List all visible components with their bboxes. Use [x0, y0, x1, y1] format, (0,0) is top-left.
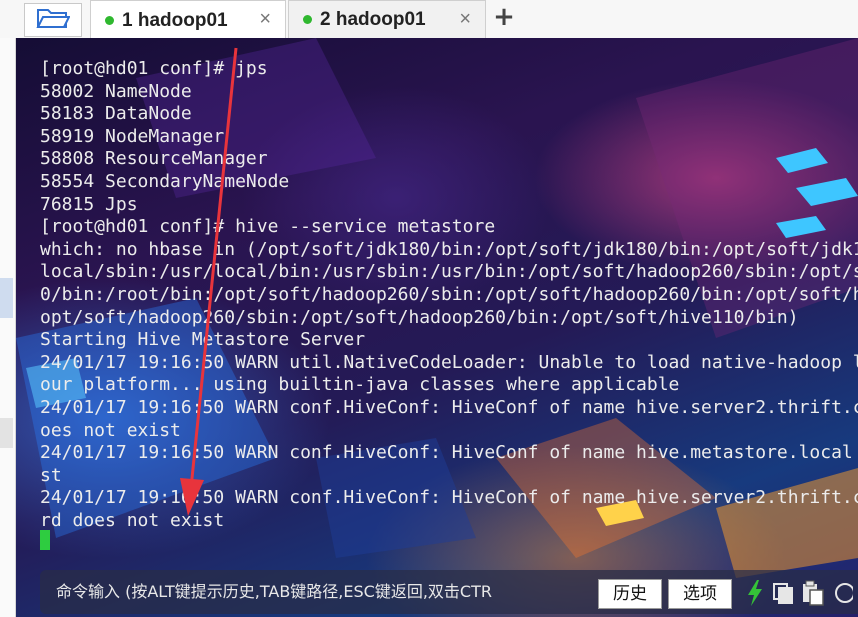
copy-icon[interactable]: [770, 578, 796, 608]
tab-hadoop01-1[interactable]: 1 hadoop01 ×: [90, 0, 286, 40]
more-icon[interactable]: [830, 578, 854, 608]
command-bar: 命令输入 (按ALT键提示历史,TAB键路径,ESC键返回,双击CTR 历史 选…: [40, 570, 858, 614]
tab-hadoop01-2[interactable]: 2 hadoop01 ×: [288, 0, 486, 38]
folder-icon: [36, 6, 71, 34]
connected-status-icon: [105, 16, 114, 25]
side-panel-edge: [0, 38, 16, 617]
open-folder-button[interactable]: [24, 3, 82, 37]
paste-icon[interactable]: [800, 578, 826, 608]
add-tab-button[interactable]: +: [490, 3, 518, 31]
tab-label: 1 hadoop01: [122, 9, 228, 31]
command-input[interactable]: 命令输入 (按ALT键提示历史,TAB键路径,ESC键返回,双击CTR: [56, 580, 596, 604]
options-button[interactable]: 选项: [668, 579, 732, 609]
tab-bar: 1 hadoop01 × 2 hadoop01 × +: [0, 0, 858, 40]
red-arrow-annotation: [180, 47, 238, 516]
tab-label: 2 hadoop01: [320, 8, 426, 30]
connected-status-icon: [303, 15, 312, 24]
close-tab-icon[interactable]: ×: [259, 8, 271, 31]
terminal-view[interactable]: [root@hd01 conf]# jps 58002 NameNode 58183…: [16, 38, 858, 617]
lightning-icon[interactable]: [742, 578, 768, 608]
history-button[interactable]: 历史: [598, 579, 662, 609]
close-tab-icon[interactable]: ×: [459, 8, 471, 31]
